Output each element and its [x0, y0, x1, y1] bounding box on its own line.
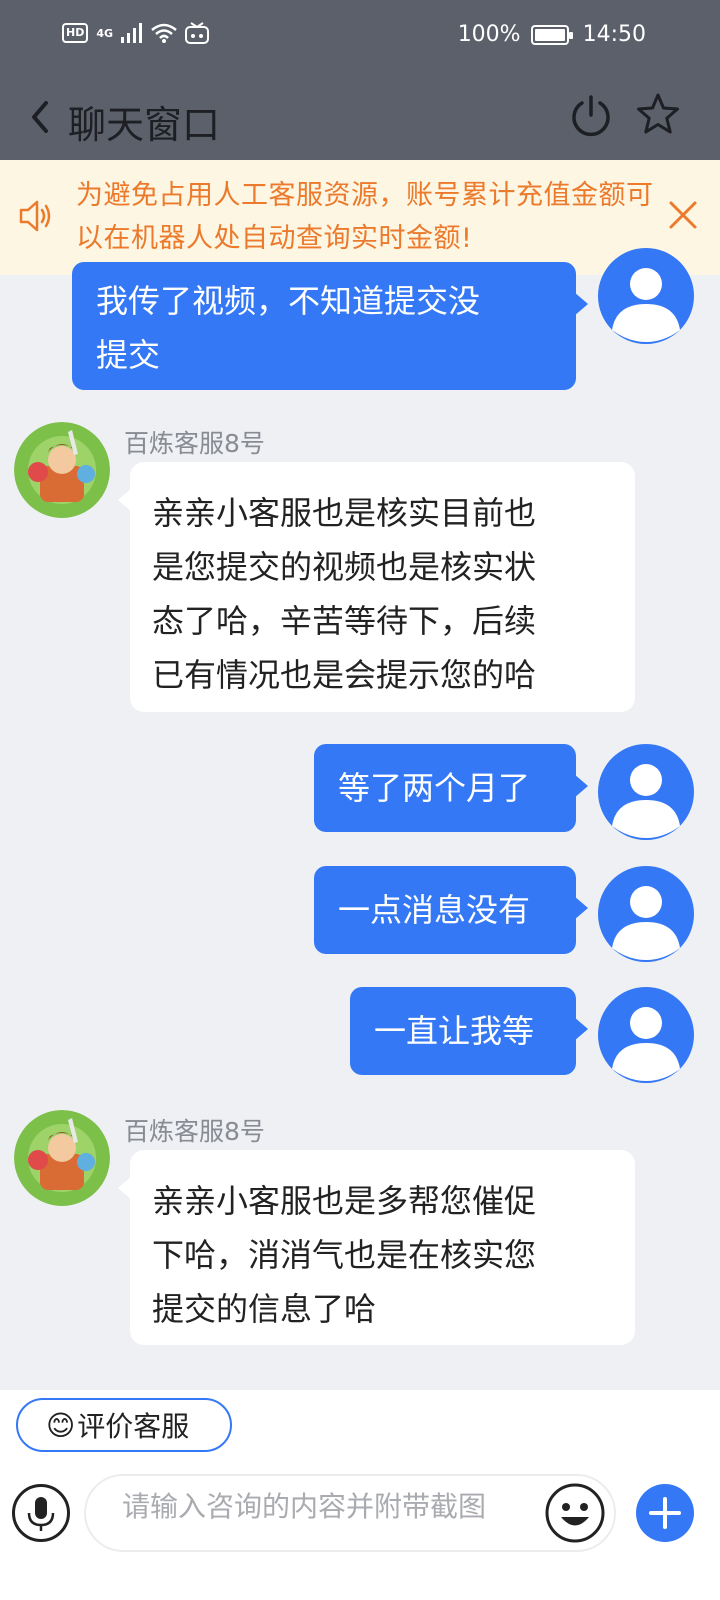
- game-character-avatar-icon: [14, 1110, 110, 1206]
- battery-icon: [530, 24, 573, 45]
- user-message: 等了两个月了: [314, 744, 588, 832]
- battery-percent: 100%: [457, 22, 521, 47]
- agent-message: 亲亲小客服也是多帮您催促 下哈，消消气也是在核实您 提交的信息了哈: [118, 1150, 635, 1345]
- status-bar: HD 4G 100% 14:50: [0, 0, 720, 75]
- message-line: 下哈，消消气也是在核实您: [152, 1236, 537, 1274]
- agent-name: 百炼客服8号: [124, 1117, 265, 1146]
- message-line: 是您提交的视频也是核实状: [152, 548, 537, 586]
- notification-app-icon: [185, 22, 210, 44]
- rate-service-button[interactable]: 😊 评价客服: [16, 1398, 232, 1452]
- status-right: 100% 14:50: [458, 22, 646, 47]
- star-icon[interactable]: [634, 91, 682, 139]
- user-message: 我传了视频，不知道提交没 提交: [72, 262, 588, 390]
- mic-button[interactable]: [12, 1484, 70, 1542]
- message-text: 一点消息没有: [338, 891, 531, 929]
- notice-banner: 为避免占用人工客服资源，账号累计充值金额可以在机器人处自动查询实时金额!: [0, 160, 720, 275]
- page-title: 聊天窗口: [68, 103, 221, 147]
- message-line: 亲亲小客服也是多帮您催促: [152, 1182, 537, 1220]
- person-icon: [599, 867, 693, 961]
- smile-emoji-icon: 😊: [46, 1408, 76, 1442]
- message-line: 提交的信息了哈: [152, 1290, 377, 1328]
- agent-avatar[interactable]: [14, 1110, 110, 1206]
- back-icon[interactable]: [28, 97, 52, 137]
- user-avatar[interactable]: [598, 248, 694, 344]
- plus-button[interactable]: [636, 1484, 694, 1542]
- person-icon: [599, 745, 693, 839]
- network-type: 4G: [96, 26, 114, 40]
- signal-icon: [121, 23, 143, 43]
- message-line: 已有情况也是会提示您的哈: [152, 656, 537, 694]
- message-text: 一直让我等: [374, 1012, 535, 1050]
- rate-service-label: 评价客服: [77, 1410, 190, 1443]
- user-avatar[interactable]: [598, 866, 694, 962]
- header: 聊天窗口: [0, 75, 720, 160]
- game-character-avatar-icon: [14, 422, 110, 518]
- close-icon[interactable]: [668, 200, 698, 230]
- message-line: 态了哈，辛苦等待下，后续: [152, 602, 537, 640]
- message-text: 提交: [96, 336, 161, 374]
- user-message: 一点消息没有: [314, 866, 588, 954]
- person-icon: [599, 988, 693, 1082]
- plus-icon: [649, 1497, 681, 1529]
- user-avatar[interactable]: [598, 987, 694, 1083]
- message-text: 等了两个月了: [338, 769, 531, 807]
- user-message: 一直让我等: [350, 987, 588, 1075]
- wifi-icon: [151, 23, 177, 43]
- speaker-icon: [19, 200, 51, 232]
- input-placeholder: 请输入咨询的内容并附带截图: [122, 1490, 487, 1523]
- hd-badge: HD: [62, 23, 89, 43]
- agent-name: 百炼客服8号: [124, 429, 265, 458]
- clock: 14:50: [582, 22, 646, 47]
- notice-text: 为避免占用人工客服资源，账号累计充值金额可以在机器人处自动查询实时金额!: [76, 180, 654, 254]
- person-icon: [599, 249, 693, 343]
- message-line: 亲亲小客服也是核实目前也: [152, 494, 537, 532]
- status-left: HD 4G: [62, 22, 210, 44]
- bottom-bar: 😊 评价客服 请输入咨询的内容并附带截图: [0, 1390, 720, 1600]
- mic-icon: [27, 1497, 55, 1531]
- power-icon[interactable]: [568, 93, 614, 139]
- agent-avatar[interactable]: [14, 422, 110, 518]
- message-text: 我传了视频，不知道提交没: [96, 282, 481, 320]
- message-input[interactable]: 请输入咨询的内容并附带截图: [84, 1474, 616, 1552]
- emoji-icon[interactable]: [544, 1482, 606, 1544]
- agent-message: 亲亲小客服也是核实目前也 是您提交的视频也是核实状 态了哈，辛苦等待下，后续 已…: [118, 462, 635, 712]
- user-avatar[interactable]: [598, 744, 694, 840]
